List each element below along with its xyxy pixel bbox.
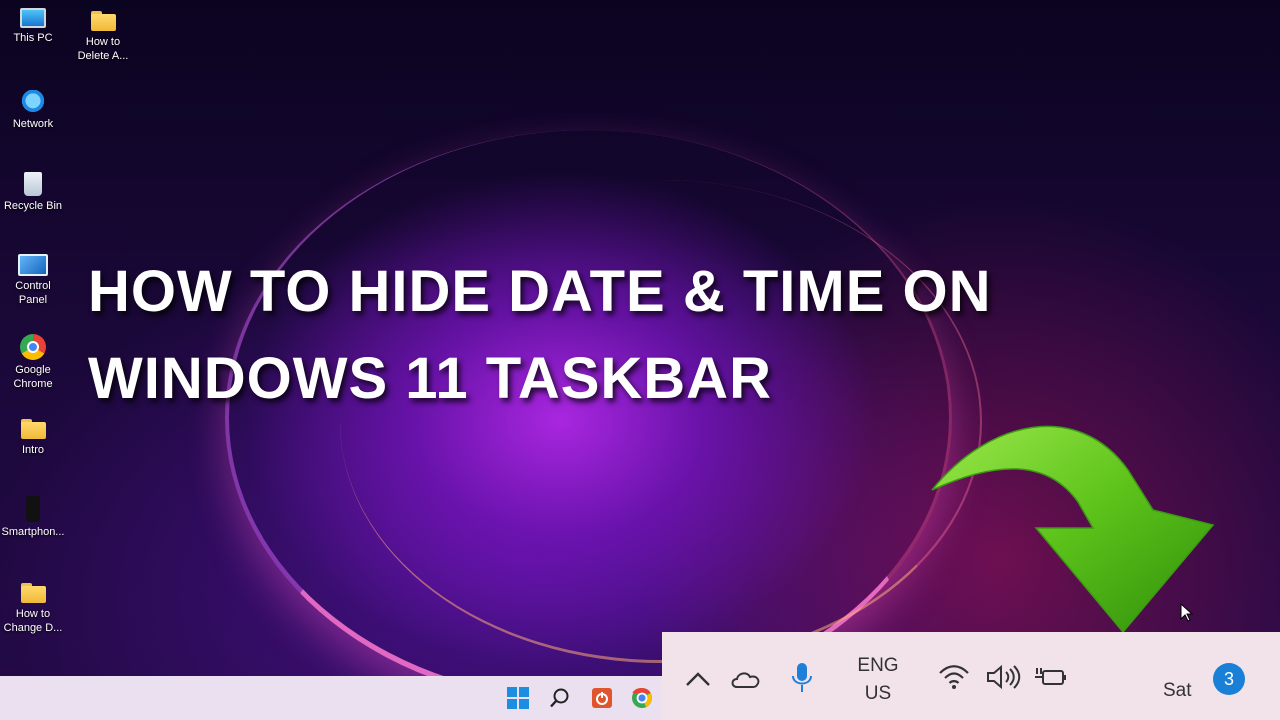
desktop-icon-label: Google Chrome [13,364,53,390]
desktop-icon-label: Smartphon... [1,526,65,538]
microphone-icon[interactable] [787,660,817,696]
network-icon [20,90,46,114]
chrome-icon [20,334,46,360]
desktop-icon-label: Recycle Bin [3,200,63,212]
desktop-icon-label: Intro [21,444,44,456]
title-line-2: WINDOWS 11 TASKBAR [88,346,772,411]
mouse-cursor-icon [1180,603,1194,622]
search-icon[interactable] [548,686,572,710]
volume-icon[interactable] [984,662,1022,692]
chevron-up-icon[interactable] [683,664,713,694]
language-region: US [864,683,892,704]
title-line-1: HOW TO HIDE DATE & TIME ON [88,259,992,324]
desktop-icon-google-chrome[interactable]: Google Chrome [0,334,66,391]
desktop-icon-intro[interactable]: Intro [0,416,66,457]
cloud-icon[interactable] [728,664,764,694]
video-title: HOW TO HIDE DATE & TIME ON WINDOWS 11 TA… [88,248,992,422]
wifi-icon[interactable] [936,662,972,692]
desktop-icon-label: Control Panel [15,280,51,306]
green-arrow-graphic [931,425,1215,634]
control-panel-icon [18,254,48,276]
folder-icon [20,580,46,604]
battery-charging-icon[interactable] [1032,662,1072,692]
desktop-icon-control-panel[interactable]: Control Panel [0,254,66,307]
app-icon[interactable] [590,686,614,710]
notification-badge[interactable]: 3 [1213,663,1245,695]
desktop-icon-smartphone[interactable]: Smartphon... [0,496,66,539]
desktop-icon-network[interactable]: Network [0,90,66,131]
desktop-icon-how-to-delete[interactable]: How to Delete A... [70,8,136,63]
folder-icon [90,8,116,32]
desktop-icon-recycle-bin[interactable]: Recycle Bin [0,172,66,213]
desktop-icon-this-pc[interactable]: This PC [0,8,66,45]
desktop-icon-label: Network [12,118,54,130]
language-indicator[interactable]: ENG US [848,652,908,708]
smartphone-icon [26,496,40,522]
recycle-bin-icon [24,172,42,196]
desktop-icon-label: How to Change D... [3,608,63,634]
this-pc-icon [20,8,46,28]
desktop-icon-label: This PC [13,32,53,44]
folder-icon [20,416,46,440]
chrome-icon[interactable] [630,686,654,710]
desktop-icon-how-to-change[interactable]: How to Change D... [0,580,66,635]
day-label[interactable]: Sat [1163,680,1192,702]
desktop-icon-label: How to Delete A... [77,36,129,62]
language-code: ENG [857,655,899,676]
windows-start-icon[interactable] [506,686,530,710]
